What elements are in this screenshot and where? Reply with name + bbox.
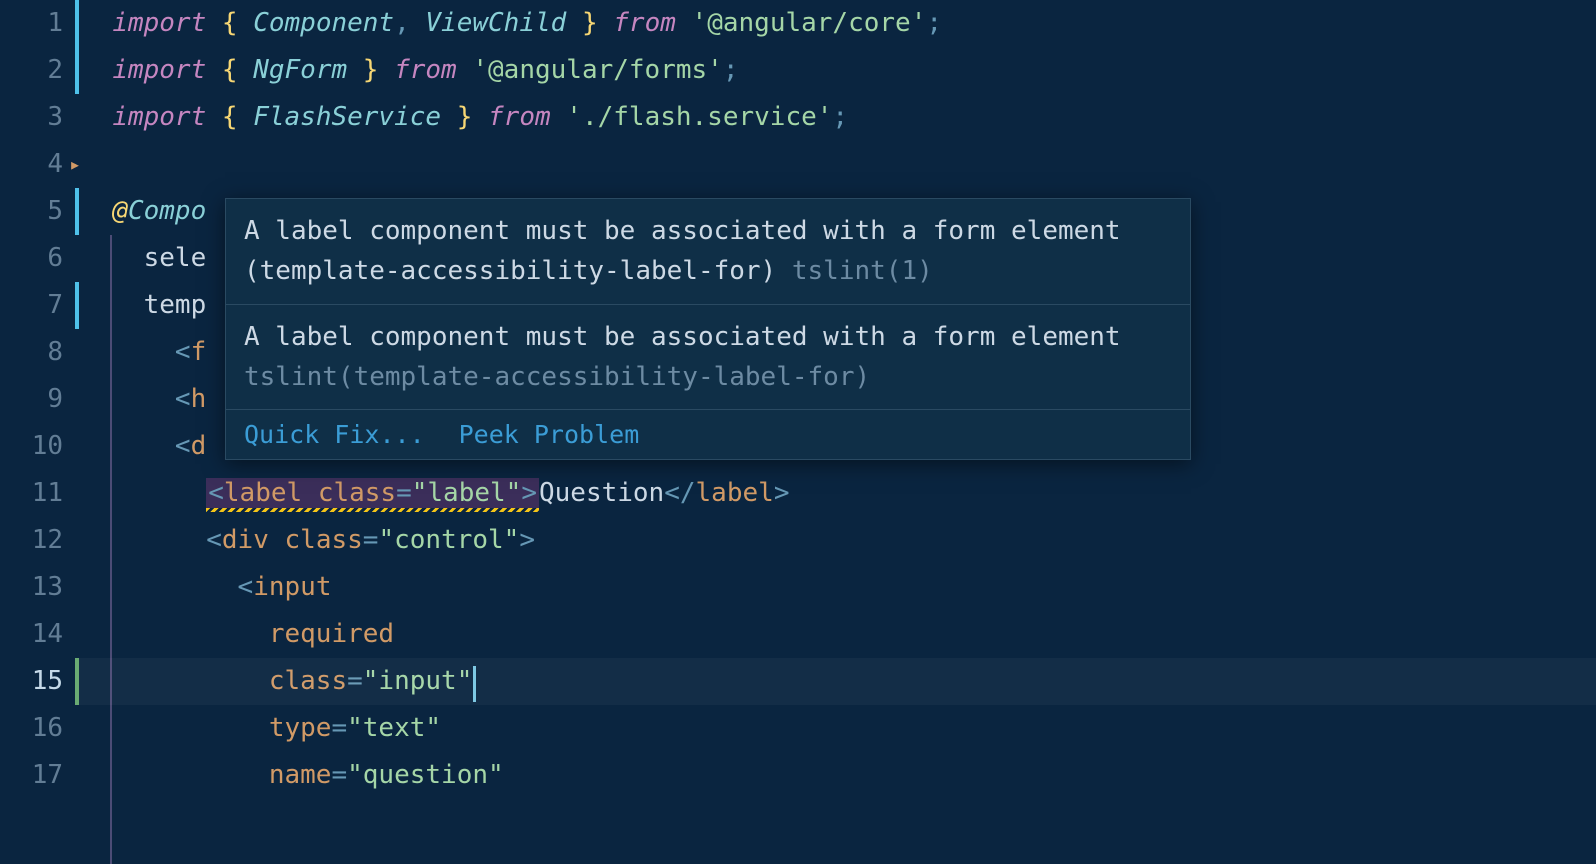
brace: } xyxy=(441,102,472,132)
eq: = xyxy=(331,713,347,743)
line-number: 1 xyxy=(0,0,63,47)
tooltip-rule: (template-accessibility-label-for) xyxy=(244,256,792,286)
code-line[interactable]: <label class="label">Question</label> xyxy=(81,470,1596,517)
tooltip-actions: Quick Fix... Peek Problem xyxy=(226,410,1190,459)
attr: type xyxy=(269,713,332,743)
keyword-import: import xyxy=(112,8,206,38)
partial-text: temp xyxy=(144,290,207,320)
line-number: 2 xyxy=(0,47,63,94)
string: '@angular/core' xyxy=(692,8,927,38)
string: '@angular/forms' xyxy=(472,55,722,85)
attr-value: "control" xyxy=(378,525,519,555)
semicolon: ; xyxy=(926,8,942,38)
angle: < xyxy=(208,478,224,508)
angle: > xyxy=(519,525,535,555)
code-line[interactable]: name="question" xyxy=(81,752,1596,799)
brace: } xyxy=(566,8,597,38)
line-number: 11 xyxy=(0,470,63,517)
decorator-at: @ xyxy=(112,196,128,226)
line-number: 12 xyxy=(0,517,63,564)
attr-value: "label" xyxy=(412,478,522,508)
code-line[interactable]: import { NgForm } from '@angular/forms'; xyxy=(81,47,1596,94)
problem-hover-tooltip: A label component must be associated wit… xyxy=(225,198,1191,460)
brace: { xyxy=(222,8,253,38)
code-line[interactable]: import { Component, ViewChild } from '@a… xyxy=(81,0,1596,47)
ident: FlashService xyxy=(253,102,441,132)
code-line[interactable]: import { FlashService } from './flash.se… xyxy=(81,94,1596,141)
keyword: from xyxy=(394,55,457,85)
partial-tag: d xyxy=(191,431,207,461)
ident: Component xyxy=(253,8,394,38)
line-number: 3 xyxy=(0,94,63,141)
line-number: 10 xyxy=(0,423,63,470)
brace: { xyxy=(222,102,253,132)
line-number: 8 xyxy=(0,329,63,376)
code-editor[interactable]: 1 2 3 4 ▸ 5 6 7 8 9 10 11 12 13 14 15 16… xyxy=(0,0,1596,864)
line-number: 16 xyxy=(0,705,63,752)
tooltip-text: A label component must be associated wit… xyxy=(244,322,1121,352)
keyword: from xyxy=(488,102,551,132)
tooltip-message-2: A label component must be associated wit… xyxy=(226,305,1190,411)
line-number: 13 xyxy=(0,564,63,611)
tooltip-text: A label component must be associated wit… xyxy=(244,216,1121,246)
peek-problem-link[interactable]: Peek Problem xyxy=(459,420,640,449)
tag-label: label xyxy=(224,478,318,508)
eq: = xyxy=(331,760,347,790)
line-number: 6 xyxy=(0,235,63,282)
semicolon: ; xyxy=(723,55,739,85)
line-number: 14 xyxy=(0,611,63,658)
partial-text: sele xyxy=(144,243,207,273)
string: './flash.service' xyxy=(566,102,832,132)
brace: } xyxy=(347,55,378,85)
code-line[interactable]: required xyxy=(81,611,1596,658)
indent-guide-border xyxy=(110,235,112,864)
ident: NgForm xyxy=(253,55,347,85)
attr: name xyxy=(269,760,332,790)
line-number: 4 ▸ xyxy=(0,141,63,188)
quick-fix-link[interactable]: Quick Fix... xyxy=(244,420,425,449)
line-number: 17 xyxy=(0,752,63,799)
line-number: 5 xyxy=(0,188,63,235)
ident: ViewChild xyxy=(425,8,566,38)
partial-tag: h xyxy=(191,384,207,414)
angle: > xyxy=(521,478,537,508)
brace: { xyxy=(222,55,253,85)
line-number: 9 xyxy=(0,376,63,423)
line-number-text: 4 xyxy=(47,149,63,179)
attr-required: required xyxy=(269,619,394,649)
cursor-icon xyxy=(473,666,476,702)
keyword-from: from xyxy=(613,8,676,38)
attr-value: "question" xyxy=(347,760,504,790)
code-line[interactable] xyxy=(81,141,1596,188)
attr-value: "text" xyxy=(347,713,441,743)
line-number: 7 xyxy=(0,282,63,329)
semicolon: ; xyxy=(832,102,848,132)
attr: class xyxy=(318,478,396,508)
keyword: import xyxy=(112,55,206,85)
tooltip-source: tslint(1) xyxy=(792,256,933,286)
code-line[interactable]: <div class="control"> xyxy=(81,517,1596,564)
tooltip-source: tslint(template-accessibility-label-for) xyxy=(244,362,870,392)
line-number-gutter: 1 2 3 4 ▸ 5 6 7 8 9 10 11 12 13 14 15 16… xyxy=(0,0,75,864)
partial-tag: f xyxy=(191,337,207,367)
attr: class xyxy=(285,525,363,555)
code-line[interactable]: type="text" xyxy=(81,705,1596,752)
eq: = xyxy=(363,525,379,555)
comma: , xyxy=(394,8,425,38)
line-number-active: 15 xyxy=(0,658,63,705)
text-content: Question xyxy=(539,478,664,508)
eq: = xyxy=(396,478,412,508)
keyword: import xyxy=(112,102,206,132)
code-line[interactable]: <input xyxy=(81,564,1596,611)
decorator-name: Compo xyxy=(128,196,206,226)
code-line-active[interactable]: class="input" xyxy=(81,658,1596,705)
tooltip-message-1: A label component must be associated wit… xyxy=(226,199,1190,305)
